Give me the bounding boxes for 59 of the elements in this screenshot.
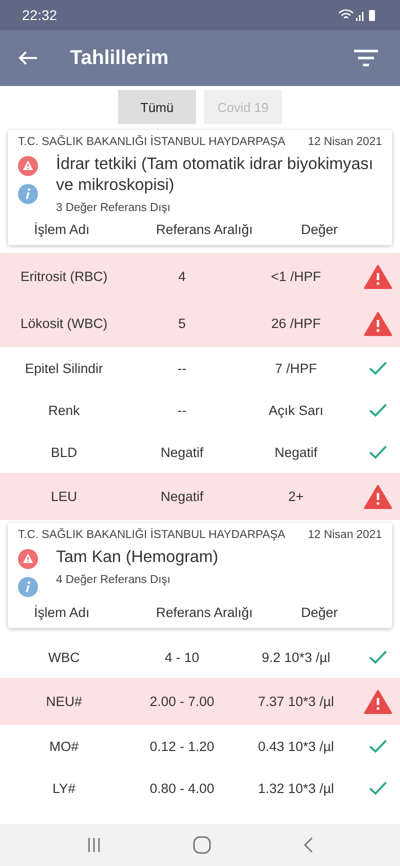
column-header: Referans Aralığı (155, 222, 254, 237)
column-header: Referans Aralığı (155, 605, 254, 620)
test-title: İdrar tetkiki (Tam otomatik idrar biyokimyası ve mikroskopisi) (56, 154, 374, 196)
warning-icon (18, 156, 38, 176)
test-name: NEU# (44, 694, 83, 709)
test-name: Renk (47, 402, 81, 418)
test-name: Epitel Silindir (24, 360, 104, 376)
back-icon[interactable] (302, 837, 314, 853)
column-header: Değer (300, 222, 338, 237)
test-name: Eritrosit (RBC) (20, 269, 108, 284)
status-icons (338, 8, 378, 22)
column-header: İşlem Adı (33, 222, 91, 237)
test-card[interactable]: T.C. SAĞLIK BAKANLIĞI İSTANBUL HAYDARPAŞA 12 Nisan 2021 İdrar tetkiki (Tam otomatik idrar biyokimyası ve mikroskopisi) 3 Değer Referans Dışı İşlem Adı Referans Aralığı Değer (8, 130, 392, 245)
filter-icon[interactable] (354, 49, 378, 67)
info-icon (18, 577, 38, 597)
column-header: Değer (300, 605, 338, 620)
test-name: LY# (51, 780, 77, 796)
result-value: 0.43 10*3 /µl (256, 738, 336, 754)
result-value: 2+ (287, 489, 305, 504)
recent-apps-icon[interactable] (86, 837, 102, 853)
test-card[interactable]: T.C. SAĞLIK BAKANLIĞI İSTANBUL HAYDARPAŞA 12 Nisan 2021 Tam Kan (Hemogram) 4 Değer Referans Dışı İşlem Adı Referans Aralığı Değer (8, 523, 392, 628)
reference-range: Negatif (160, 444, 204, 460)
reference-range: Negatif (160, 489, 204, 504)
result-value: 7 /HPF (274, 360, 318, 376)
reference-range: 4 (177, 269, 187, 284)
home-icon[interactable] (192, 836, 211, 854)
reference-range: 2.00 - 7.00 (148, 694, 216, 709)
info-icon (18, 184, 38, 204)
result-value: 26 /HPF (270, 316, 322, 331)
reference-range: 5 (177, 316, 187, 331)
result-value: 1.32 10*3 /µl (256, 780, 336, 796)
test-date: 12 Nisan 2021 (308, 529, 382, 541)
back-icon[interactable] (18, 50, 38, 66)
test-name: LEU (50, 489, 78, 504)
institution-name: T.C. SAĞLIK BAKANLIĞI İSTANBUL HAYDARPAŞA (18, 529, 286, 541)
result-value: Açık Sarı (268, 402, 324, 418)
test-date: 12 Nisan 2021 (308, 136, 382, 148)
test-title: Tam Kan (Hemogram) (56, 547, 218, 568)
page-title: Tahlillerim (70, 46, 170, 70)
out-of-range-summary: 3 Değer Referans Dışı (56, 202, 172, 214)
test-name: BLD (50, 444, 78, 460)
institution-name: T.C. SAĞLIK BAKANLIĞI İSTANBUL HAYDARPAŞA (18, 136, 286, 148)
warning-icon (18, 549, 38, 569)
column-header: İşlem Adı (33, 605, 91, 620)
out-of-range-summary: 4 Değer Referans Dışı (56, 574, 172, 586)
reference-range: -- (176, 402, 188, 418)
reference-range: 4 - 10 (164, 650, 200, 664)
result-value: 9.2 10*3 /µl (260, 650, 332, 664)
result-value: <1 /HPF (270, 269, 322, 284)
reference-range: -- (176, 360, 188, 376)
test-name: Lökosit (WBC) (19, 316, 108, 331)
result-value: Negatif (274, 444, 318, 460)
status-time: 22:32 (22, 7, 58, 23)
result-value: 7.37 10*3 /µl (256, 694, 336, 709)
reference-range: 0.80 - 4.00 (148, 780, 216, 796)
reference-range: 0.12 - 1.20 (148, 738, 216, 754)
test-name: WBC (47, 650, 81, 664)
test-name: MO# (48, 738, 80, 754)
filter-tab[interactable]: Tümü (118, 90, 196, 124)
